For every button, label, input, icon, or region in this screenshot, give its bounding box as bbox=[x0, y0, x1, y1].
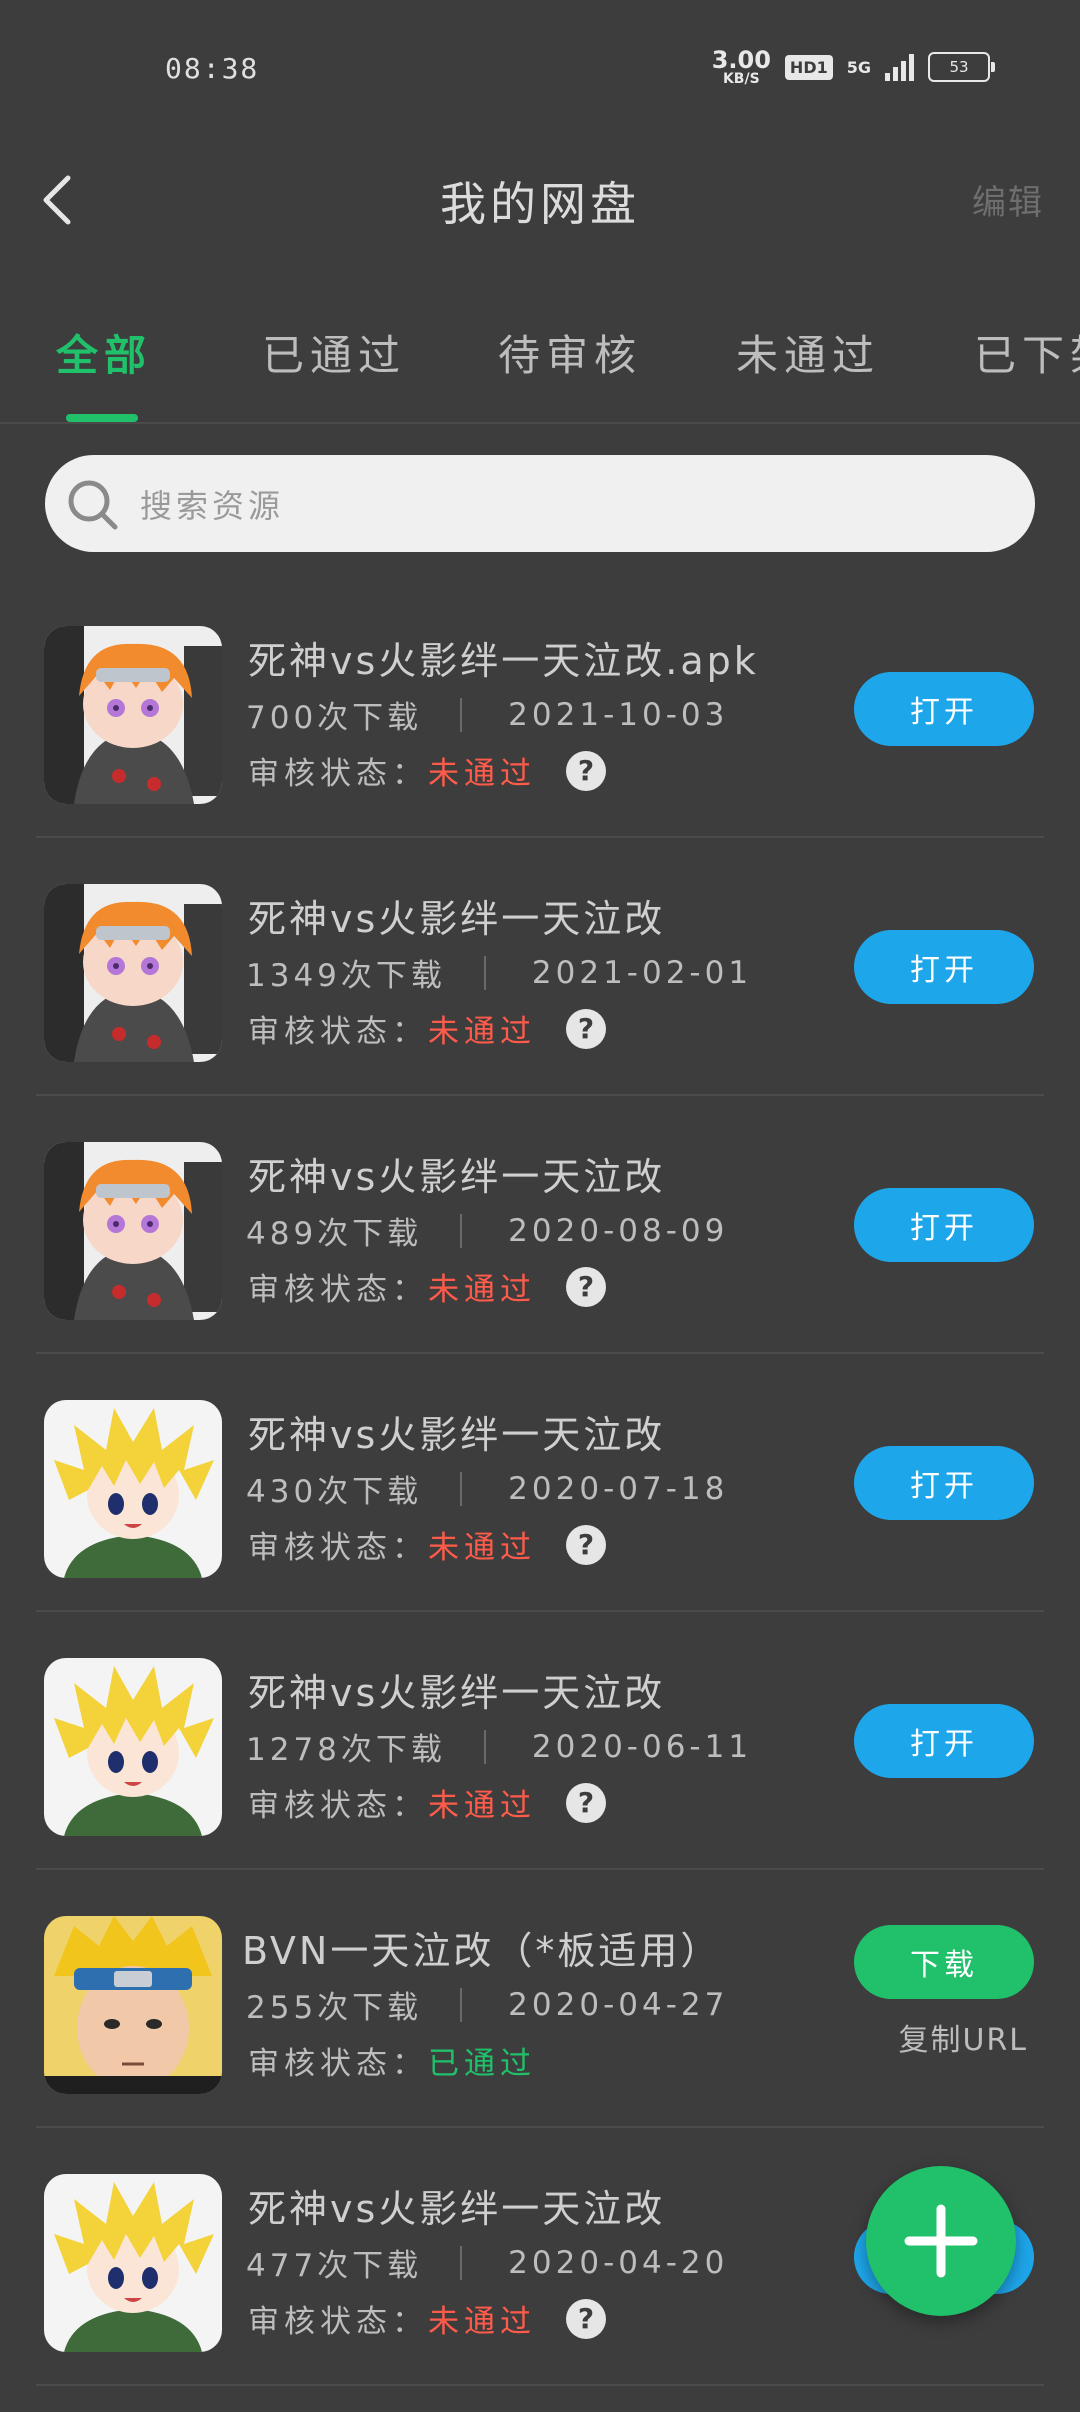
network-type-icon: 5G bbox=[846, 57, 871, 77]
download-count: 255次下载 bbox=[246, 1990, 423, 2026]
item-meta: 430次下载 2020-07-18 bbox=[246, 1466, 728, 1511]
upload-date: 2020-04-20 bbox=[508, 2244, 729, 2281]
review-status: 审核状态： 未通过 ? bbox=[248, 1264, 606, 1309]
status-badge: 已通过 bbox=[428, 2046, 536, 2082]
upload-date: 2020-07-18 bbox=[508, 1470, 729, 1507]
battery-icon: 53 bbox=[928, 52, 995, 82]
network-speed: 3.00 KB/S bbox=[711, 46, 771, 87]
item-meta: 489次下载 2020-08-09 bbox=[246, 1208, 728, 1253]
open-button[interactable]: 打开 bbox=[854, 672, 1034, 746]
tab-all[interactable]: 全部 bbox=[56, 322, 152, 383]
list-item[interactable]: BVN一天泣改（*板适用） 255次下载 2020-04-27 审核状态： 已通… bbox=[36, 1870, 1044, 2128]
status-badge: 未通过 bbox=[428, 1014, 536, 1050]
search-bar[interactable]: 搜索资源 bbox=[45, 455, 1035, 552]
divider bbox=[460, 697, 463, 732]
download-count: 1278次下载 bbox=[246, 1732, 446, 1768]
app-icon-pain bbox=[44, 626, 222, 804]
item-name: 死神vs火影绊一天泣改 bbox=[248, 1671, 666, 1715]
upload-date: 2021-02-01 bbox=[531, 954, 753, 991]
item-meta: 1278次下载 2020-06-11 bbox=[246, 1724, 752, 1769]
app-icon-minato bbox=[44, 1400, 222, 1578]
upload-date: 2020-04-27 bbox=[508, 1986, 729, 2023]
hd-icon: HD1 bbox=[784, 54, 833, 80]
status-badge: 未通过 bbox=[428, 2304, 536, 2340]
item-meta: 1349次下载 2021-02-01 bbox=[246, 950, 752, 995]
list-item[interactable]: 死神vs火影绊一天泣改.apk 700次下载 2021-10-03 审核状态： … bbox=[36, 580, 1044, 838]
review-status: 审核状态： 未通过 ? bbox=[248, 1780, 606, 1825]
download-count: 430次下载 bbox=[246, 1474, 423, 1510]
app-icon-pain bbox=[44, 884, 222, 1062]
review-status: 审核状态： 未通过 ? bbox=[248, 748, 606, 793]
plus-icon bbox=[904, 2204, 978, 2278]
upload-date: 2020-06-11 bbox=[531, 1728, 753, 1765]
item-name: 死神vs火影绊一天泣改 bbox=[248, 2187, 666, 2231]
tab-indicator bbox=[66, 414, 138, 422]
item-name: 死神vs火影绊一天泣改 bbox=[248, 1155, 666, 1199]
question-icon[interactable]: ? bbox=[566, 1266, 606, 1307]
list-item[interactable]: 死神vs火影绊一天泣改 1349次下载 2021-02-01 审核状态： 未通过… bbox=[36, 838, 1044, 1096]
item-meta: 477次下载 2020-04-20 bbox=[246, 2240, 728, 2285]
status-badge: 未通过 bbox=[428, 1272, 536, 1308]
page-title: 我的网盘 bbox=[440, 177, 640, 231]
question-icon[interactable]: ? bbox=[566, 750, 606, 791]
status-badge: 未通过 bbox=[428, 1530, 536, 1566]
status-time: 08:38 bbox=[165, 52, 260, 85]
download-count: 700次下载 bbox=[246, 700, 423, 736]
review-status: 审核状态： 已通过 bbox=[248, 2038, 536, 2083]
item-meta: 255次下载 2020-04-27 bbox=[246, 1982, 728, 2027]
tab-removed[interactable]: 已下架 bbox=[974, 322, 1080, 383]
upload-date: 2020-08-09 bbox=[508, 1212, 729, 1249]
question-icon[interactable]: ? bbox=[566, 1008, 606, 1049]
file-list: 死神vs火影绊一天泣改.apk 700次下载 2021-10-03 审核状态： … bbox=[0, 580, 1080, 2386]
tab-rejected[interactable]: 未通过 bbox=[736, 322, 880, 383]
download-count: 477次下载 bbox=[246, 2248, 423, 2284]
download-count: 489次下载 bbox=[246, 1216, 423, 1252]
list-item[interactable]: 死神vs火影绊一天泣改 489次下载 2020-08-09 审核状态： 未通过 … bbox=[36, 1096, 1044, 1354]
review-status: 审核状态： 未通过 ? bbox=[248, 2296, 606, 2341]
divider bbox=[460, 1471, 463, 1506]
tab-bar: 全部 已通过 待审核 未通过 已下架 bbox=[0, 300, 1080, 424]
item-meta: 700次下载 2021-10-03 bbox=[246, 692, 728, 737]
tab-pending[interactable]: 待审核 bbox=[498, 322, 642, 383]
divider bbox=[483, 1729, 486, 1764]
divider bbox=[460, 1213, 463, 1248]
download-button[interactable]: 下载 bbox=[854, 1925, 1034, 1999]
upload-date: 2021-10-03 bbox=[508, 696, 729, 733]
signal-icon bbox=[885, 53, 914, 81]
list-item[interactable]: 死神vs火影绊一天泣改 430次下载 2020-07-18 审核状态： 未通过 … bbox=[36, 1354, 1044, 1612]
tab-approved[interactable]: 已通过 bbox=[262, 322, 406, 383]
status-badge: 未通过 bbox=[428, 756, 536, 792]
app-icon-naruto bbox=[44, 1916, 222, 2094]
question-icon[interactable]: ? bbox=[566, 1782, 606, 1823]
status-icons: 3.00 KB/S HD1 5G 53 bbox=[711, 46, 995, 87]
status-bar: 08:38 3.00 KB/S HD1 5G 53 bbox=[0, 0, 1080, 140]
edit-button[interactable]: 编辑 bbox=[972, 175, 1044, 224]
question-icon[interactable]: ? bbox=[566, 1524, 606, 1565]
open-button[interactable]: 打开 bbox=[854, 1188, 1034, 1262]
status-badge: 未通过 bbox=[428, 1788, 536, 1824]
divider bbox=[460, 2245, 463, 2280]
list-item[interactable]: 死神vs火影绊一天泣改 1278次下载 2020-06-11 审核状态： 未通过… bbox=[36, 1612, 1044, 1870]
item-name: 死神vs火影绊一天泣改.apk bbox=[248, 639, 759, 683]
add-button[interactable] bbox=[866, 2166, 1016, 2316]
app-header: 我的网盘 编辑 bbox=[0, 150, 1080, 250]
divider bbox=[483, 955, 486, 990]
open-button[interactable]: 打开 bbox=[854, 1446, 1034, 1520]
item-name: BVN一天泣改（*板适用） bbox=[242, 1929, 722, 1973]
review-status: 审核状态： 未通过 ? bbox=[248, 1006, 606, 1051]
question-icon[interactable]: ? bbox=[566, 2298, 606, 2339]
app-icon-minato bbox=[44, 1658, 222, 1836]
item-name: 死神vs火影绊一天泣改 bbox=[248, 1413, 666, 1457]
copy-url-link[interactable]: 复制URL bbox=[898, 2015, 1028, 2059]
open-button[interactable]: 打开 bbox=[854, 1704, 1034, 1778]
app-icon-minato bbox=[44, 2174, 222, 2352]
search-input[interactable]: 搜索资源 bbox=[140, 481, 284, 527]
open-button[interactable]: 打开 bbox=[854, 930, 1034, 1004]
item-name: 死神vs火影绊一天泣改 bbox=[248, 897, 666, 941]
app-icon-pain bbox=[44, 1142, 222, 1320]
divider bbox=[460, 1987, 463, 2022]
download-count: 1349次下载 bbox=[246, 958, 446, 994]
search-icon bbox=[68, 480, 118, 530]
review-status: 审核状态： 未通过 ? bbox=[248, 1522, 606, 1567]
